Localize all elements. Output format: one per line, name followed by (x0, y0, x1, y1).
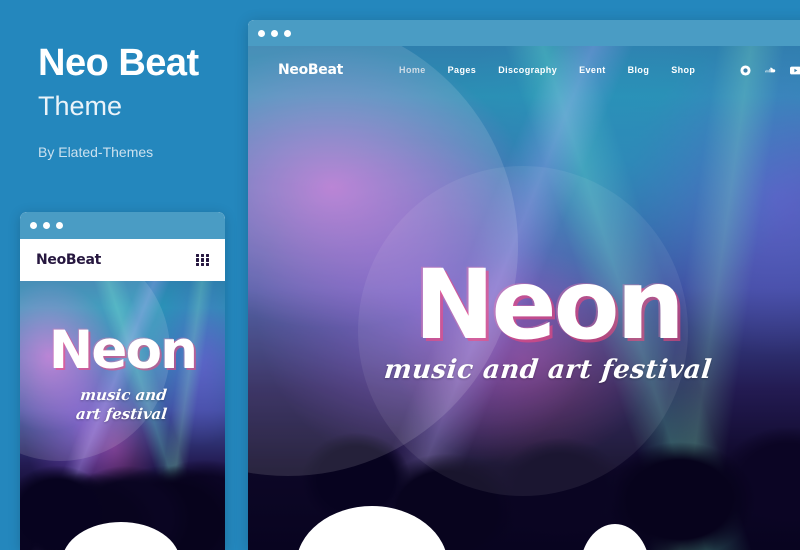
main-navigation: Home Pages Discography Event Blog Shop (399, 65, 695, 75)
mobile-grid-menu-icon[interactable] (196, 253, 209, 267)
hero-title: Neon (414, 249, 685, 361)
mobile-site-header: NeoBeat (20, 239, 225, 281)
header-social-icons (740, 64, 800, 76)
mobile-preview: NeoBeat Neon music and art festival (20, 212, 225, 550)
mobile-hero-subtitle: music and art festival (20, 386, 225, 424)
nav-item-discography[interactable]: Discography (498, 65, 557, 75)
soundcloud-icon[interactable] (765, 65, 776, 76)
browser-titlebar (248, 20, 800, 46)
mobile-viewport: Neon music and art festival (20, 281, 225, 550)
window-dot-3[interactable] (284, 29, 291, 37)
browser-viewport: NeoBeat Home Pages Discography Event Blo… (248, 46, 800, 550)
theme-author-text: By Elated-Themes (38, 143, 154, 160)
youtube-icon[interactable] (790, 65, 800, 76)
mobile-hero-subtitle-line2: art festival (75, 404, 168, 423)
mobile-site-logo[interactable]: NeoBeat (36, 252, 101, 268)
nav-item-blog[interactable]: Blog (628, 65, 650, 75)
mobile-window-dot-1[interactable] (30, 222, 37, 229)
promo-block: Neo Beat Theme By Elated-Themes (38, 42, 258, 160)
window-dot-1[interactable] (258, 29, 265, 37)
mobile-hero-title: Neon (48, 320, 198, 381)
mobile-hero-section: Neon music and art festival (20, 320, 225, 424)
window-dot-2[interactable] (271, 29, 278, 37)
site-logo[interactable]: NeoBeat (278, 62, 343, 78)
hero-subtitle: music and art festival (382, 355, 714, 386)
mobile-window-dot-2[interactable] (43, 222, 50, 229)
nav-item-event[interactable]: Event (579, 65, 606, 75)
desktop-browser-preview: NeoBeat Home Pages Discography Event Blo… (248, 20, 800, 550)
mobile-hero-subtitle-line1: music and (79, 385, 168, 404)
nav-item-home[interactable]: Home (399, 65, 426, 75)
spotify-icon[interactable] (740, 64, 751, 76)
site-header: NeoBeat Home Pages Discography Event Blo… (248, 46, 800, 94)
page-subtitle: Theme (38, 90, 123, 121)
nav-item-shop[interactable]: Shop (671, 65, 695, 75)
mobile-window-dot-3[interactable] (56, 222, 63, 229)
page-title: Neo Beat (38, 42, 199, 84)
mobile-titlebar (20, 212, 225, 239)
hero-section: Neon music and art festival (248, 249, 800, 386)
nav-item-pages[interactable]: Pages (448, 65, 477, 75)
screenshot-stage: Neo Beat Theme By Elated-Themes NeoBeat … (0, 0, 800, 550)
